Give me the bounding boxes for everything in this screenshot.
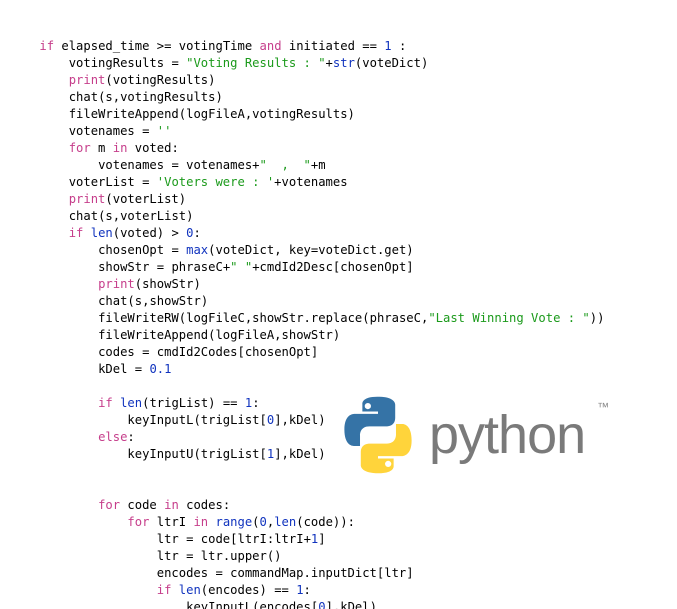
code-line: fileWriteAppend(logFileA,showStr) — [10, 327, 677, 344]
code-content: if elapsed_time >= votingTime and initia… — [10, 38, 677, 609]
code-line: encodes = commandMap.inputDict[ltr] — [10, 565, 677, 582]
code-editor: if elapsed_time >= votingTime and initia… — [0, 0, 677, 609]
code-line: if elapsed_time >= votingTime and initia… — [10, 38, 677, 55]
python-wordmark: python — [429, 427, 585, 444]
code-line: fileWriteRW(logFileC,showStr.replace(phr… — [10, 310, 677, 327]
code-line: ltr = code[ltrI:ltrI+1] — [10, 531, 677, 548]
trademark-symbol: ™ — [597, 399, 609, 416]
code-line: fileWriteAppend(logFileA,votingResults) — [10, 106, 677, 123]
code-line: chat(s,showStr) — [10, 293, 677, 310]
code-line: if len(encodes) == 1: — [10, 582, 677, 599]
code-line: ltr = ltr.upper() — [10, 548, 677, 565]
code-line: codes = cmdId2Codes[chosenOpt] — [10, 344, 677, 361]
python-icon — [335, 392, 421, 478]
code-line: chat(s,voterList) — [10, 208, 677, 225]
code-line: chat(s,votingResults) — [10, 89, 677, 106]
code-line: print(showStr) — [10, 276, 677, 293]
code-line: print(voterList) — [10, 191, 677, 208]
code-line: kDel = 0.1 — [10, 361, 677, 378]
code-line: print(votingResults) — [10, 72, 677, 89]
code-line: chosenOpt = max(voteDict, key=voteDict.g… — [10, 242, 677, 259]
code-line: showStr = phraseC+" "+cmdId2Desc[chosenO… — [10, 259, 677, 276]
code-line: for code in codes: — [10, 497, 677, 514]
code-line: if len(voted) > 0: — [10, 225, 677, 242]
python-logo: python ™ — [335, 380, 655, 490]
code-line: for m in voted: — [10, 140, 677, 157]
code-line: for ltrI in range(0,len(code)): — [10, 514, 677, 531]
code-line: votingResults = "Voting Results : "+str(… — [10, 55, 677, 72]
code-line: votenames = '' — [10, 123, 677, 140]
code-line: votenames = votenames+" , "+m — [10, 157, 677, 174]
code-line: voterList = 'Voters were : '+votenames — [10, 174, 677, 191]
code-line: keyInputL(encodes[0],kDel) — [10, 599, 677, 609]
